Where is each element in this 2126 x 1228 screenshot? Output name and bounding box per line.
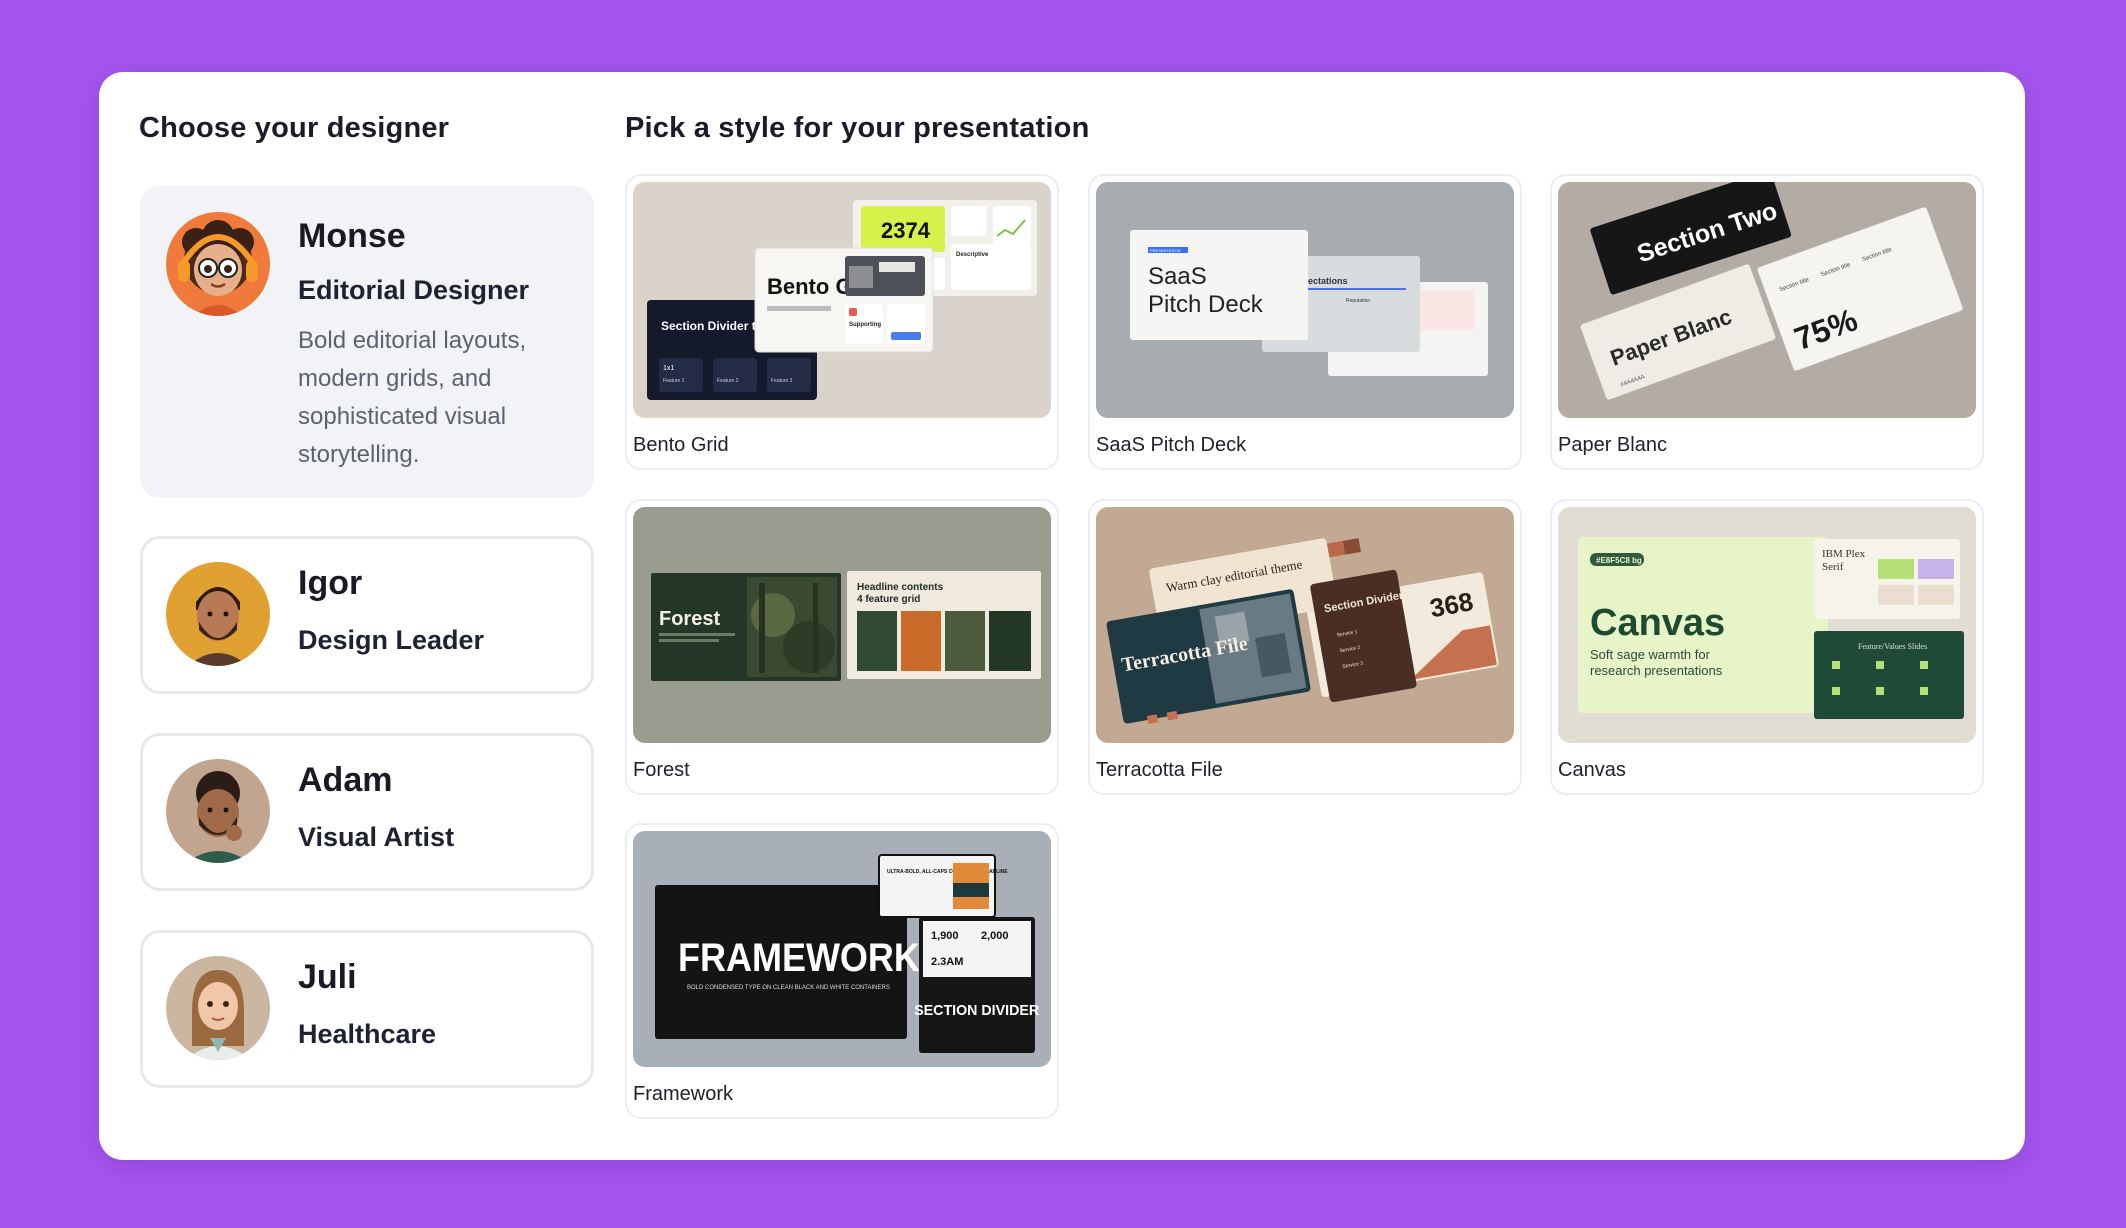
designer-role: Visual Artist xyxy=(298,822,455,852)
thumb-text: Feature 2 xyxy=(717,378,739,384)
designer-card-monse[interactable]: Monse Editorial Designer Bold editorial … xyxy=(140,186,594,498)
style-tile-forest[interactable]: Forest Headline contents 4 feature grid … xyxy=(625,499,1059,795)
style-thumbnail: ectations Reputation PRESENTATION SaaS P… xyxy=(1096,182,1514,418)
designer-card-igor[interactable]: Igor Design Leader xyxy=(140,536,594,694)
style-section-title: Pick a style for your presentation xyxy=(625,112,1090,144)
thumb-text: SaaS xyxy=(1148,263,1207,290)
style-tile-framework[interactable]: FRAMEWORK BOLD CONDENSED TYPE ON CLEAN B… xyxy=(625,823,1059,1119)
thumb-text: SECTION DIVIDER xyxy=(914,1003,1039,1019)
thumb-text: Supporting xyxy=(849,322,881,328)
thumb-text: 1,900 xyxy=(931,930,959,942)
thumb-text: 2374 xyxy=(881,218,931,243)
thumb-text: research presentations xyxy=(1590,663,1723,678)
designer-card-juli[interactable]: Juli Healthcare xyxy=(140,930,594,1088)
designer-card-adam[interactable]: Adam Visual Artist xyxy=(140,733,594,891)
thumb-text: Feature/Values Slides xyxy=(1858,642,1927,651)
style-tile-canvas[interactable]: #E8F5C8 bg Canvas Soft sage warmth for r… xyxy=(1550,499,1984,795)
designer-role: Design Leader xyxy=(298,625,485,655)
thumb-text: Reputation xyxy=(1346,298,1370,304)
style-label: Forest xyxy=(633,759,690,781)
style-thumbnail: Section Divider tile 1x1 Feature 1 Featu… xyxy=(633,182,1051,418)
thumb-text: Canvas xyxy=(1590,602,1725,644)
thumb-text: Section Divider tile xyxy=(661,319,769,333)
chooser-card: Choose your designer Pick a style for yo… xyxy=(99,72,2025,1160)
thumb-text: Serif xyxy=(1822,561,1844,573)
designer-name: Igor xyxy=(298,564,363,602)
thumb-text: Forest xyxy=(659,608,720,630)
style-thumbnail: Forest Headline contents 4 feature grid xyxy=(633,507,1051,743)
style-label: Bento Grid xyxy=(633,434,729,456)
style-tile-bento-grid[interactable]: Section Divider tile 1x1 Feature 1 Featu… xyxy=(625,174,1059,470)
style-tile-saas-pitch-deck[interactable]: ectations Reputation PRESENTATION SaaS P… xyxy=(1088,174,1522,470)
designer-section-title: Choose your designer xyxy=(139,112,450,144)
thumb-text: ULTRA-BOLD, ALL-CAPS CONDENSED HEADLINE xyxy=(887,869,1008,875)
style-label: Canvas xyxy=(1558,759,1626,781)
style-thumbnail: FRAMEWORK BOLD CONDENSED TYPE ON CLEAN B… xyxy=(633,831,1051,1067)
style-thumbnail: #E8F5C8 bg Canvas Soft sage warmth for r… xyxy=(1558,507,1976,743)
designer-role: Healthcare xyxy=(298,1019,437,1049)
avatar xyxy=(166,562,270,666)
style-tile-paper-blanc[interactable]: Section Two Section title Section title … xyxy=(1550,174,1984,470)
designer-name: Juli xyxy=(298,958,357,996)
avatar xyxy=(166,212,270,316)
thumb-text: Feature 1 xyxy=(663,378,685,384)
thumb-text: Headline contents xyxy=(857,582,944,593)
style-thumbnail: 368 Warm clay editorial theme Section Di… xyxy=(1096,507,1514,743)
thumb-text: 4 feature grid xyxy=(857,594,920,605)
thumb-text: 1x1 xyxy=(663,365,674,372)
style-label: SaaS Pitch Deck xyxy=(1096,434,1247,456)
thumb-text: Pitch Deck xyxy=(1148,291,1264,318)
style-tile-terracotta-file[interactable]: 368 Warm clay editorial theme Section Di… xyxy=(1088,499,1522,795)
thumb-text: IBM Plex xyxy=(1822,548,1866,560)
style-label: Terracotta File xyxy=(1096,759,1223,781)
thumb-text: Feature 3 xyxy=(771,378,793,384)
thumb-text: Soft sage warmth for xyxy=(1590,647,1711,662)
thumb-text: #E8F5C8 bg xyxy=(1596,556,1642,565)
thumb-text: BOLD CONDENSED TYPE ON CLEAN BLACK AND W… xyxy=(687,985,890,991)
style-thumbnail: Section Two Section title Section title … xyxy=(1558,182,1976,418)
thumb-text: FRAMEWORK xyxy=(678,936,920,980)
designer-name: Adam xyxy=(298,761,393,799)
style-label: Paper Blanc xyxy=(1558,434,1667,456)
designer-role: Editorial Designer xyxy=(298,275,530,305)
designer-name: Monse xyxy=(298,217,406,255)
style-label: Framework xyxy=(633,1083,734,1105)
thumb-text: Descriptive xyxy=(956,252,989,258)
avatar xyxy=(166,956,270,1060)
thumb-text: 2.3AM xyxy=(931,956,963,968)
avatar xyxy=(166,759,270,863)
designer-description: Bold editorial layouts, modern grids, an… xyxy=(298,327,527,468)
thumb-text: ectations xyxy=(1308,276,1348,286)
thumb-text: 2,000 xyxy=(981,930,1009,942)
thumb-text: PRESENTATION xyxy=(1150,248,1181,253)
